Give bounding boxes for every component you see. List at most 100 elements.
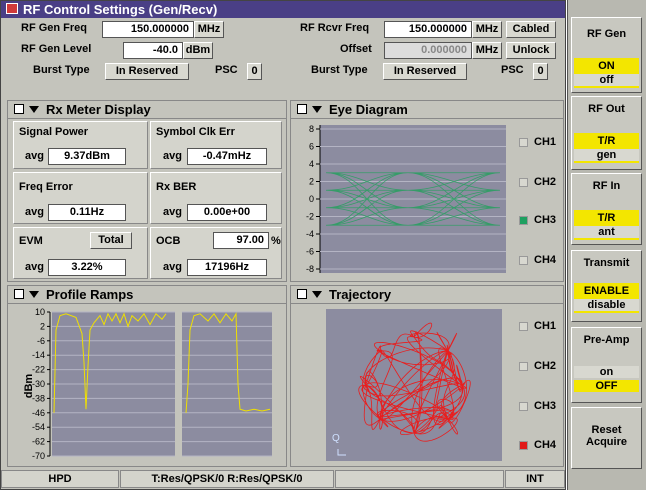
panel-dropdown-icon[interactable] bbox=[312, 291, 322, 298]
status-ref: INT bbox=[505, 470, 565, 488]
rf-out-softkey[interactable]: RF Out T/R gen bbox=[571, 96, 642, 170]
gen-psc-input[interactable]: 0 bbox=[247, 63, 262, 80]
symbol-clk-label: Symbol Clk Err bbox=[156, 126, 235, 138]
profile-tick-label: -54 bbox=[32, 422, 45, 432]
freq-error-avg-label: avg bbox=[25, 206, 44, 218]
panel-maximize-icon[interactable] bbox=[297, 104, 307, 114]
rf-gen-off: off bbox=[574, 74, 639, 86]
traj-ch2-checkbox[interactable] bbox=[519, 362, 528, 371]
panel-maximize-icon[interactable] bbox=[297, 289, 307, 299]
eye-ch3-checkbox[interactable] bbox=[519, 216, 528, 225]
rf-gen-freq-unit[interactable]: MHz bbox=[194, 21, 224, 38]
panel-dropdown-icon[interactable] bbox=[29, 106, 39, 113]
gen-psc-label: PSC bbox=[215, 64, 238, 76]
eye-ch3-label: CH3 bbox=[534, 214, 557, 226]
eye-tick-label: -4 bbox=[306, 229, 314, 239]
symbol-clk-value: -0.47mHz bbox=[187, 148, 267, 165]
status-config: T:Res/QPSK/0 R:Res/QPSK/0 bbox=[120, 470, 334, 488]
eye-ch2-checkbox[interactable] bbox=[519, 178, 528, 187]
eye-ch4-checkbox[interactable] bbox=[519, 256, 528, 265]
rcvr-burst-type-label: Burst Type bbox=[311, 64, 368, 76]
unlock-button[interactable]: Unlock bbox=[506, 42, 556, 59]
traj-ch4-checkbox[interactable] bbox=[519, 441, 528, 450]
rf-in-softkey[interactable]: RF In T/R ant bbox=[571, 173, 642, 245]
eye-diagram-plot: 8 6 4 2 0 -2 -4 -6 -8 bbox=[306, 124, 506, 274]
window-title: RF Control Settings (Gen/Recv) bbox=[1, 1, 565, 18]
evm-avg-label: avg bbox=[25, 261, 44, 273]
rf-gen-level-label: RF Gen Level bbox=[21, 43, 92, 55]
trajectory-origin-marker: Q bbox=[332, 433, 340, 444]
panel-dropdown-icon[interactable] bbox=[312, 106, 322, 113]
panel-maximize-icon[interactable] bbox=[14, 104, 24, 114]
rf-rcvr-freq-label: RF Rcvr Freq bbox=[300, 22, 370, 34]
reset-acquire-softkey[interactable]: Reset Acquire bbox=[571, 407, 642, 469]
rcvr-psc-input[interactable]: 0 bbox=[533, 63, 548, 80]
eye-ch2-label: CH2 bbox=[534, 176, 557, 188]
rx-ber-value: 0.00e+00 bbox=[187, 204, 267, 221]
rx-ber-label: Rx BER bbox=[156, 181, 197, 193]
preamp-softkey[interactable]: Pre-Amp on OFF bbox=[571, 327, 642, 403]
evm-total-button[interactable]: Total bbox=[90, 232, 132, 249]
profile-ramps-title: Profile Ramps bbox=[8, 286, 286, 304]
signal-power-avg-label: avg bbox=[25, 150, 44, 162]
eye-ch4-label: CH4 bbox=[534, 254, 557, 266]
preamp-on: on bbox=[574, 366, 639, 378]
preamp-softkey-label: Pre-Amp bbox=[583, 334, 630, 346]
gen-burst-type-select[interactable]: In Reserved bbox=[105, 63, 189, 80]
traj-ch1-checkbox[interactable] bbox=[519, 322, 528, 331]
rf-rcvr-freq-unit[interactable]: MHz bbox=[472, 21, 502, 38]
preamp-state: on OFF bbox=[574, 364, 639, 394]
rf-rcvr-freq-input[interactable]: 150.000000 bbox=[384, 21, 472, 38]
transmit-state: ENABLE disable bbox=[574, 283, 639, 313]
traj-ch1-label: CH1 bbox=[534, 320, 557, 332]
profile-ramps-plot: dBm102-6-14-22-30-38-46-54-62-70 bbox=[23, 307, 272, 461]
signal-power-value: 9.37dBm bbox=[48, 148, 126, 165]
eye-tick-label: 8 bbox=[309, 124, 314, 134]
rf-gen-on: ON bbox=[598, 60, 615, 72]
traj-ch3-checkbox[interactable] bbox=[519, 402, 528, 411]
symbol-clk-avg-label: avg bbox=[163, 150, 182, 162]
rf-in-bottom: ant bbox=[574, 226, 639, 238]
profile-tick-label: 2 bbox=[40, 321, 45, 331]
ocb-label: OCB bbox=[156, 235, 181, 247]
eye-diagram-title: Eye Diagram bbox=[291, 101, 563, 119]
offset-unit[interactable]: MHz bbox=[472, 42, 502, 59]
eye-tick-label: 6 bbox=[309, 142, 314, 152]
transmit-softkey[interactable]: Transmit ENABLE disable bbox=[571, 250, 642, 322]
cabled-button[interactable]: Cabled bbox=[506, 21, 556, 38]
rf-gen-level-unit[interactable]: dBm bbox=[183, 42, 213, 59]
rf-in-top: T/R bbox=[597, 212, 616, 224]
traj-ch4-label: CH4 bbox=[534, 439, 557, 451]
eye-ch1-label: CH1 bbox=[534, 136, 557, 148]
rf-out-top: T/R bbox=[597, 135, 616, 147]
ocb-value: 17196Hz bbox=[187, 259, 267, 276]
rf-gen-freq-input[interactable]: 150.000000 bbox=[102, 21, 194, 38]
preamp-off: OFF bbox=[574, 380, 639, 392]
profile-tick-label: -22 bbox=[32, 365, 45, 375]
eye-tick-label: -2 bbox=[306, 212, 314, 222]
eye-ch1-checkbox[interactable] bbox=[519, 138, 528, 147]
eye-tick-label: 4 bbox=[309, 159, 314, 169]
freq-error-value: 0.11Hz bbox=[48, 204, 126, 221]
ocb-input[interactable]: 97.00 bbox=[213, 232, 269, 249]
status-blank bbox=[335, 470, 504, 488]
evm-value: 3.22% bbox=[48, 259, 126, 276]
transmit-enable: ENABLE bbox=[583, 285, 630, 297]
signal-power-label: Signal Power bbox=[19, 126, 89, 138]
freq-error-label: Freq Error bbox=[19, 181, 73, 193]
transmit-disable: disable bbox=[574, 299, 639, 311]
rf-out-softkey-label: RF Out bbox=[588, 103, 625, 115]
rcvr-burst-type-select[interactable]: In Reserved bbox=[383, 63, 467, 80]
rf-gen-level-input[interactable]: -40.0 bbox=[123, 42, 183, 59]
trajectory-title: Trajectory bbox=[291, 286, 563, 304]
ocb-avg-label: avg bbox=[163, 261, 182, 273]
rf-out-bottom: gen bbox=[574, 149, 639, 161]
panel-dropdown-icon[interactable] bbox=[29, 291, 39, 298]
eye-tick-label: 0 bbox=[309, 194, 314, 204]
panel-maximize-icon[interactable] bbox=[14, 289, 24, 299]
offset-input[interactable]: 0.000000 bbox=[384, 42, 472, 59]
rcvr-psc-label: PSC bbox=[501, 64, 524, 76]
rf-gen-softkey[interactable]: RF Gen ON off bbox=[571, 17, 642, 93]
window-menu-icon[interactable] bbox=[6, 3, 18, 14]
traj-ch2-label: CH2 bbox=[534, 360, 557, 372]
